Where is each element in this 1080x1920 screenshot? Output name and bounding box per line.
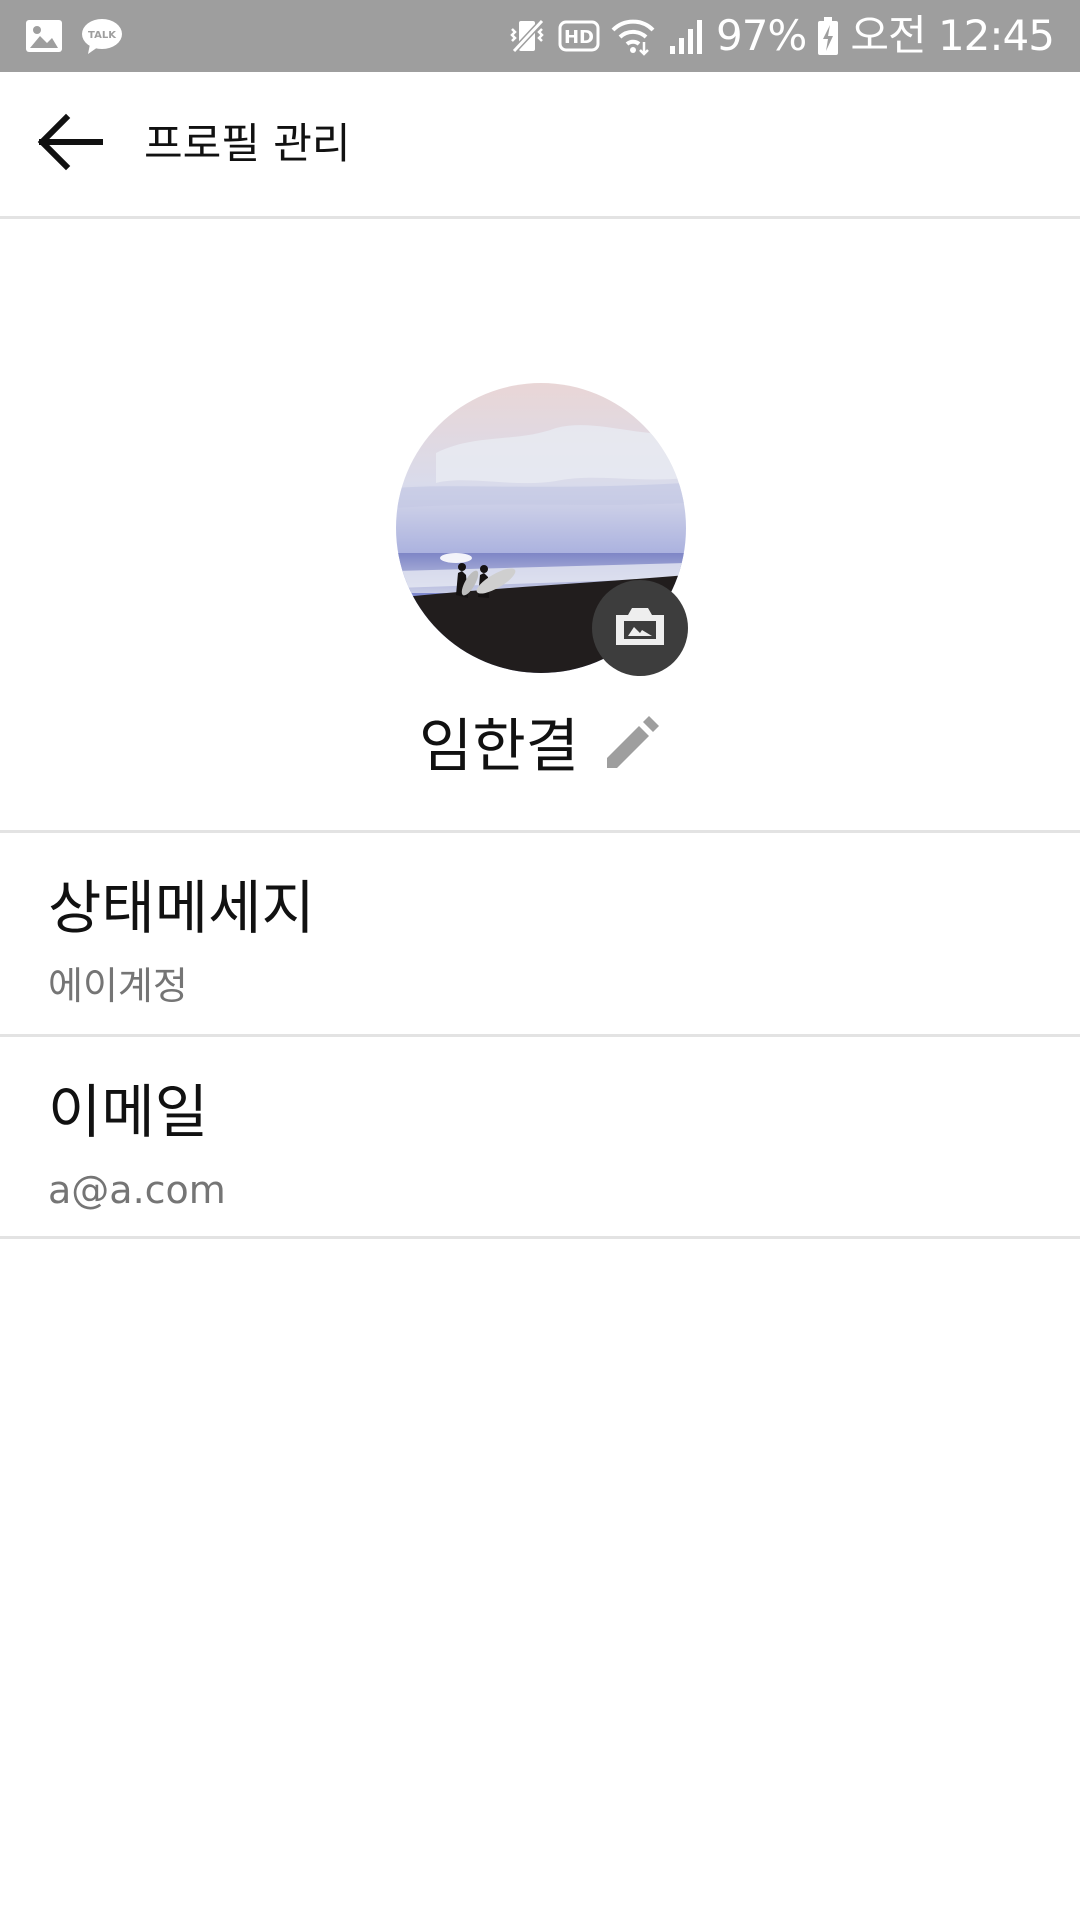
- wifi-icon: [610, 16, 656, 56]
- app-bar: 프로필 관리: [0, 72, 1080, 216]
- image-icon: [24, 16, 64, 56]
- app-bar-divider: [0, 216, 1080, 219]
- talk-icon: TALK: [80, 16, 124, 56]
- arrow-left-icon: [36, 112, 104, 176]
- status-time: 오전 12:45: [850, 11, 1055, 60]
- status-message-value: 에이계정: [48, 964, 188, 1008]
- email-value: a@a.com: [48, 1168, 226, 1212]
- status-message-label: 상태메세지: [48, 874, 315, 942]
- status-bar-left: TALK: [24, 14, 124, 58]
- profile-name-row: 임한결: [0, 706, 1080, 786]
- pencil-icon: [603, 716, 660, 776]
- row-divider: [0, 1236, 1080, 1239]
- email-row[interactable]: 이메일 a@a.com: [0, 1037, 1080, 1237]
- mute-vibrate-icon: [506, 15, 548, 57]
- talk-badge-text: TALK: [88, 30, 117, 41]
- battery-charging-icon: [816, 15, 840, 57]
- status-bar: TALK HD 97% 오전 12:45: [0, 0, 1080, 72]
- signal-icon: [666, 16, 706, 56]
- hd-icon: HD: [558, 18, 600, 54]
- profile-photo-container: [396, 383, 688, 676]
- change-photo-button[interactable]: [592, 580, 688, 676]
- status-message-row[interactable]: 상태메세지 에이계정: [0, 833, 1080, 1033]
- page-title: 프로필 관리: [144, 119, 351, 168]
- email-label: 이메일: [48, 1078, 209, 1146]
- battery-percent: 97%: [715, 11, 807, 60]
- hd-text: HD: [564, 27, 594, 48]
- back-button[interactable]: [30, 107, 110, 181]
- profile-name: 임한결: [418, 712, 580, 780]
- camera-switch-icon: [612, 603, 668, 653]
- status-bar-right: HD 97% 오전 12:45: [506, 10, 1055, 62]
- edit-name-button[interactable]: [601, 716, 661, 776]
